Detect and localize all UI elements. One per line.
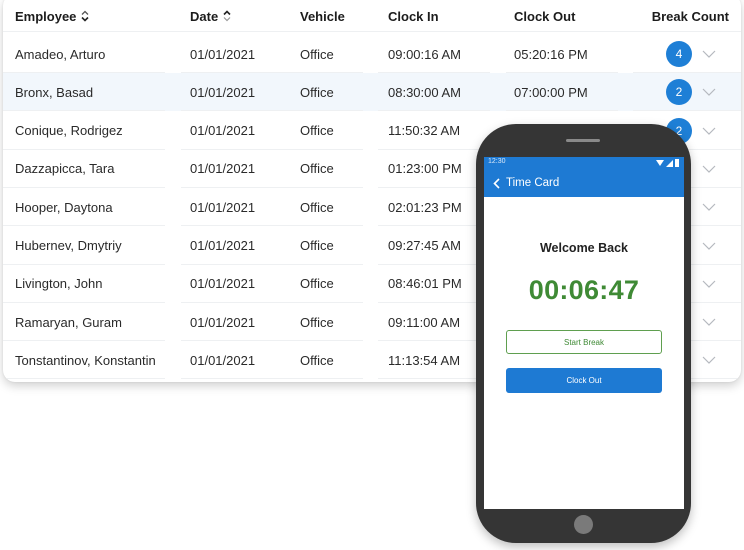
employee-cell: Hooper, Daytona — [15, 199, 113, 215]
chevron-down-icon[interactable] — [701, 278, 717, 290]
vehicle-cell: Office — [300, 123, 334, 139]
vehicle-cell: Office — [300, 314, 334, 330]
table-row[interactable]: Bronx, Basad 01/01/2021 Office 08:30:00 AM 0… — [3, 73, 741, 112]
date-cell: 01/01/2021 — [190, 314, 256, 330]
status-time: 12:30 — [488, 158, 506, 165]
sort-both-icon[interactable] — [80, 10, 90, 22]
employee-cell: Dazzapicca, Tara — [15, 161, 115, 177]
app-title: Time Card — [506, 177, 560, 189]
elapsed-timer: 00:06:47 — [528, 275, 640, 305]
break-count-badge: 4 — [666, 41, 692, 67]
vehicle-cell: Office — [300, 161, 334, 177]
break-count-badge: 2 — [666, 79, 692, 106]
column-label: Date — [190, 8, 219, 24]
date-cell: 01/01/2021 — [190, 276, 256, 292]
chevron-down-icon[interactable] — [701, 316, 717, 328]
vehicle-cell: Office — [300, 352, 334, 368]
column-header-employee[interactable]: Employee — [15, 0, 90, 32]
column-header-date[interactable]: Date — [190, 0, 232, 32]
vehicle-cell: Office — [300, 238, 334, 253]
clock-in-cell: 11:50:32 AM — [388, 123, 461, 139]
chevron-down-icon[interactable] — [701, 86, 717, 98]
date-cell: 01/01/2021 — [190, 352, 256, 368]
chevron-down-icon[interactable] — [701, 163, 717, 175]
start-break-button[interactable]: Start Break — [506, 330, 662, 354]
date-cell: 01/01/2021 — [190, 161, 256, 177]
column-label: Employee — [15, 8, 77, 24]
date-cell: 01/01/2021 — [190, 123, 256, 139]
divider — [378, 378, 490, 380]
chevron-down-icon[interactable] — [701, 240, 717, 252]
phone-speaker — [566, 139, 600, 142]
employee-cell: Hubernev, Dmytriy — [15, 238, 122, 253]
column-header-clock-out: Clock Out — [514, 8, 576, 24]
clock-in-cell: 09:11:00 AM — [388, 314, 461, 330]
employee-cell: Livington, John — [15, 276, 103, 292]
chevron-down-icon[interactable] — [701, 125, 717, 137]
status-icons — [656, 159, 679, 167]
phone-mockup: 12:30 Time Card Welcome Back 00:06:47 St… — [476, 124, 691, 543]
vehicle-cell: Office — [300, 84, 334, 100]
signal-icon — [666, 160, 673, 167]
divider — [181, 378, 291, 380]
home-button[interactable] — [574, 515, 593, 534]
vehicle-cell: Office — [300, 46, 334, 62]
clock-out-cell: 05:20:16 PM — [514, 46, 588, 62]
date-cell: 01/01/2021 — [190, 46, 256, 62]
chevron-down-icon[interactable] — [701, 48, 717, 60]
clock-in-cell: 09:00:16 AM — [388, 46, 461, 62]
app-bar: Time Card — [484, 169, 684, 197]
chevron-down-icon[interactable] — [701, 354, 717, 366]
clock-in-cell: 02:01:23 PM — [388, 199, 462, 215]
wifi-icon — [656, 160, 664, 166]
battery-icon — [675, 159, 679, 167]
employee-cell: Tonstantinov, Konstantin — [15, 352, 156, 368]
employee-cell: Bronx, Basad — [15, 84, 94, 100]
clock-out-button[interactable]: Clock Out — [506, 368, 662, 393]
divider — [291, 378, 363, 380]
chevron-down-icon[interactable] — [701, 201, 717, 213]
column-header-break-count: Break Count — [651, 8, 729, 24]
divider — [3, 31, 741, 32]
employee-cell: Ramaryan, Guram — [15, 314, 122, 330]
employee-cell: Amadeo, Arturo — [15, 46, 106, 62]
clock-in-cell: 08:46:01 PM — [388, 276, 462, 292]
date-cell: 01/01/2021 — [190, 199, 256, 215]
back-arrow-icon[interactable] — [493, 177, 500, 189]
vehicle-cell: Office — [300, 276, 334, 292]
divider — [3, 378, 165, 380]
vehicle-cell: Office — [300, 199, 334, 215]
clock-in-cell: 01:23:00 PM — [388, 161, 462, 177]
column-header-vehicle: Vehicle — [300, 8, 345, 24]
sort-ascending-icon[interactable] — [222, 10, 232, 22]
phone-screen: 12:30 Time Card Welcome Back 00:06:47 St… — [484, 157, 684, 509]
date-cell: 01/01/2021 — [190, 84, 256, 100]
table-header: Employee Date Vehicle Clock In Clock Out… — [3, 0, 741, 32]
employee-cell: Conique, Rodrigez — [15, 123, 123, 139]
column-header-clock-in: Clock In — [388, 8, 439, 24]
clock-in-cell: 08:30:00 AM — [388, 84, 461, 100]
clock-out-cell: 07:00:00 PM — [514, 84, 588, 100]
clock-in-cell: 09:27:45 AM — [388, 238, 461, 253]
table-row[interactable]: Amadeo, Arturo 01/01/2021 Office 09:00:16 A… — [3, 35, 741, 73]
status-bar: 12:30 — [484, 157, 684, 169]
welcome-message: Welcome Back — [539, 241, 628, 255]
clock-in-cell: 11:13:54 AM — [388, 352, 461, 368]
date-cell: 01/01/2021 — [190, 238, 256, 253]
